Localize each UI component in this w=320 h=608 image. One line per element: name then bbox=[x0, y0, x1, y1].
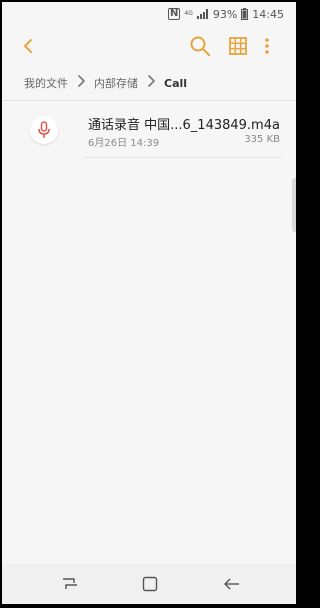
breadcrumb-item-internal-storage[interactable]: 内部存储 bbox=[94, 75, 138, 91]
home-icon bbox=[142, 576, 158, 592]
home-button[interactable] bbox=[140, 574, 160, 594]
back-button[interactable] bbox=[16, 34, 40, 58]
microphone-icon bbox=[38, 121, 50, 138]
battery-icon bbox=[241, 8, 249, 20]
network-indicator: 4G bbox=[184, 10, 193, 17]
row-divider bbox=[84, 157, 282, 158]
recent-apps-button[interactable] bbox=[60, 576, 80, 592]
scroll-handle[interactable] bbox=[292, 178, 296, 232]
back-arrow-icon bbox=[224, 578, 239, 590]
breadcrumb: 我的文件 内部存储 Call bbox=[2, 68, 296, 98]
search-button[interactable] bbox=[188, 34, 212, 58]
file-type-badge bbox=[30, 116, 58, 144]
list-item[interactable]: 通话录音 中国...6_143849.m4a 6月26日 14:39 335 K… bbox=[2, 106, 296, 156]
breadcrumb-item-call[interactable]: Call bbox=[164, 77, 187, 90]
app-header bbox=[2, 26, 296, 66]
status-bar: N 4G 93% 14:45 bbox=[2, 2, 296, 26]
file-size: 335 KB bbox=[244, 134, 280, 145]
clock: 14:45 bbox=[252, 7, 284, 21]
system-back-button[interactable] bbox=[222, 574, 242, 594]
grid-view-icon bbox=[229, 37, 247, 55]
chevron-right-icon bbox=[147, 75, 155, 91]
grid-view-button[interactable] bbox=[226, 34, 250, 58]
breadcrumb-divider bbox=[2, 100, 296, 101]
more-vertical-icon bbox=[265, 38, 269, 54]
chevron-left-icon bbox=[24, 39, 32, 53]
search-icon bbox=[190, 36, 210, 56]
more-options-button[interactable] bbox=[260, 34, 274, 58]
navigation-bar bbox=[2, 564, 296, 604]
nfc-icon: N bbox=[168, 8, 181, 20]
breadcrumb-item-my-files[interactable]: 我的文件 bbox=[24, 75, 68, 91]
file-name: 通话录音 中国...6_143849.m4a bbox=[88, 118, 280, 133]
recent-apps-icon bbox=[63, 578, 77, 589]
chevron-right-icon bbox=[77, 75, 85, 91]
screen: N 4G 93% 14:45 我的文件 内部存储 Call 通话录音 中国...… bbox=[2, 2, 296, 604]
signal-icon bbox=[196, 9, 208, 19]
file-date: 6月26日 14:39 bbox=[88, 138, 160, 149]
battery-percent: 93% bbox=[212, 7, 238, 21]
